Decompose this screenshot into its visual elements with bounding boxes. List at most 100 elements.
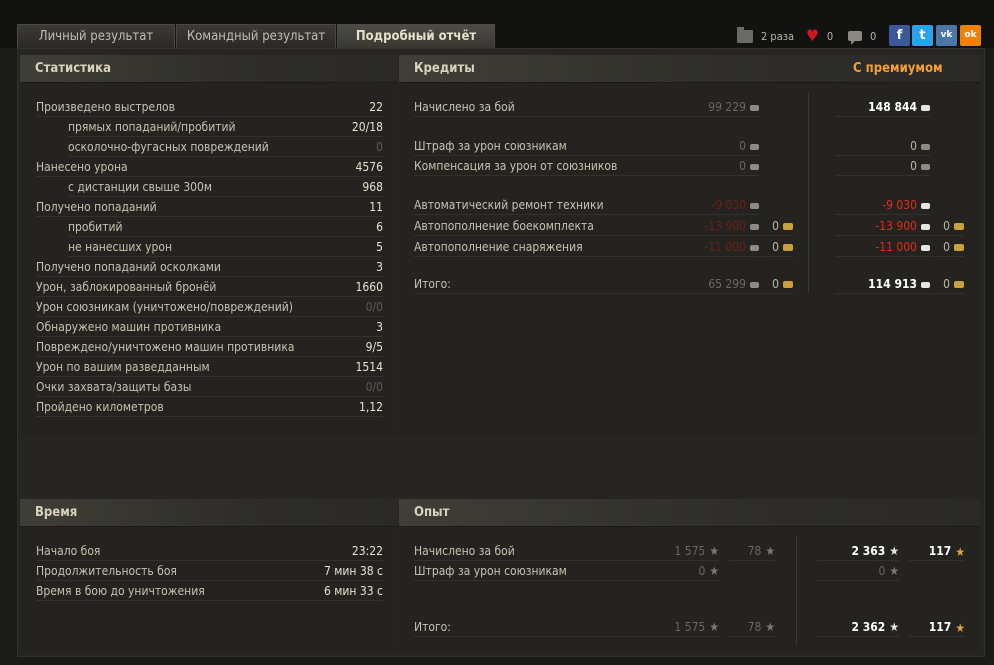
time-row: Время в бою до уничтожения 6 мин 33 с <box>36 581 383 601</box>
stat-label: Урон по вашим разведданным <box>36 360 210 374</box>
odnoklassniki-icon[interactable]: ok <box>960 25 981 46</box>
tab-personal-result[interactable]: Личный результат <box>17 24 175 48</box>
experience-panel: Опыт Начислено за бой 1 575 ★ 78 ★ 2 363 ★ 117 ★… <box>399 499 981 653</box>
credit-icon <box>750 202 759 209</box>
battle-report: Статистика Произведено выстрелов 22 прямых… <box>17 48 985 657</box>
comments-count: 0 <box>870 29 877 43</box>
stat-label: Повреждено/уничтожено машин противника <box>36 340 295 354</box>
star-icon: ★ <box>765 544 775 558</box>
stat-row: Очки захвата/защиты базы 0/0 <box>36 377 383 397</box>
tab-team-result[interactable]: Командный результат <box>176 24 336 48</box>
star-icon: ★ <box>765 620 775 634</box>
stat-label: Получено попаданий <box>36 200 157 214</box>
stat-row: не нанесших урон 5 <box>68 237 383 257</box>
gold-icon <box>954 244 964 251</box>
star-icon: ★ <box>889 564 899 578</box>
credits-premium-value: 148 844 <box>835 97 930 117</box>
stat-label: Очки захвата/защиты базы <box>36 380 192 394</box>
twitter-icon[interactable]: t <box>912 25 933 46</box>
time-panel: Время Начало боя 23:22 Продолжительность б… <box>20 499 398 653</box>
stat-label: Обнаружено машин противника <box>36 320 222 334</box>
likes-count: 0 <box>826 29 834 43</box>
comments-counter[interactable]: 0 <box>848 25 876 47</box>
stat-value: 5 <box>376 240 383 254</box>
stat-value: 11 <box>369 200 383 214</box>
stat-value: 3 <box>376 260 383 274</box>
time-row: Начало боя 23:22 <box>36 541 383 561</box>
credits-base-value: 0 <box>669 156 759 176</box>
credits-base-value: 0 <box>669 136 759 156</box>
star-icon: ★ <box>955 544 965 559</box>
experience-premium-free: 117 ★ <box>909 541 965 561</box>
statistics-panel: Статистика Произведено выстрелов 22 прямых… <box>20 55 398 435</box>
gold-icon <box>783 281 793 288</box>
credit-icon <box>750 163 759 170</box>
credit-icon <box>921 143 930 150</box>
credit-icon <box>921 163 930 170</box>
stat-row: Повреждено/уничтожено машин противника 9/… <box>36 337 383 357</box>
stat-row: прямых попаданий/пробитий 20/18 <box>68 117 383 137</box>
column-divider <box>796 537 797 645</box>
credits-base-gold: 0 <box>761 216 793 236</box>
stat-value: 1,12 <box>358 400 383 414</box>
stat-row: пробитий 6 <box>68 217 383 237</box>
stat-label: Нанесено урона <box>36 160 128 174</box>
credit-icon <box>750 244 759 251</box>
experience-base-free: 78 ★ <box>729 617 775 637</box>
replay-folder-icon <box>737 26 753 43</box>
time-label: Начало боя <box>36 544 101 558</box>
time-title: Время <box>20 499 398 527</box>
stat-label: Получено попаданий осколками <box>36 260 221 274</box>
stat-label: с дистанции свыше 300м <box>68 180 213 194</box>
time-label: Продолжительность боя <box>36 564 177 578</box>
statistics-title: Статистика <box>20 55 398 83</box>
tab-detailed-report[interactable]: Подробный отчёт <box>337 24 495 48</box>
credits-base-value: 99 229 <box>669 97 759 117</box>
stat-row: Обнаружено машин противника 3 <box>36 317 383 337</box>
credits-base-value: -11 000 <box>669 237 759 257</box>
experience-base-value: 1 575 ★ <box>639 617 719 637</box>
facebook-icon[interactable]: f <box>889 25 910 46</box>
time-row: Продолжительность боя 7 мин 38 с <box>36 561 383 581</box>
credits-premium-value: 114 913 <box>835 274 930 294</box>
stat-value: 1660 <box>355 280 383 294</box>
replays-counter[interactable]: 2 раза <box>737 25 794 47</box>
credits-premium-value: -9 030 <box>835 195 930 215</box>
credits-premium-gold: 0 <box>932 274 964 294</box>
credit-icon <box>921 104 930 111</box>
stat-value: 9/5 <box>365 340 383 354</box>
star-icon: ★ <box>709 620 719 634</box>
comment-icon <box>848 31 862 45</box>
experience-base-value: 1 575 ★ <box>639 541 719 561</box>
gold-icon <box>954 223 964 230</box>
column-divider <box>808 93 809 293</box>
stat-value: 0 <box>376 140 383 154</box>
vk-icon[interactable]: vk <box>936 25 957 46</box>
likes-counter[interactable]: ♥ 0 <box>806 25 833 47</box>
replays-count: 2 раза <box>761 29 795 43</box>
star-icon: ★ <box>709 564 719 578</box>
time-value: 7 мин 38 с <box>323 564 383 578</box>
credits-base-value: -9 030 <box>669 195 759 215</box>
time-label: Время в бою до уничтожения <box>36 584 205 598</box>
stat-value: 4576 <box>355 160 383 174</box>
stat-value: 0/0 <box>365 380 383 394</box>
credit-icon <box>750 223 759 230</box>
stat-row: Получено попаданий 11 <box>36 197 383 217</box>
credits-premium-value: 0 <box>835 136 930 156</box>
credit-icon <box>921 281 930 288</box>
star-icon: ★ <box>955 620 965 635</box>
gold-icon <box>783 244 793 251</box>
experience-base-free: 78 ★ <box>729 541 775 561</box>
stat-value: 20/18 <box>351 120 383 134</box>
credits-premium-value: -11 000 <box>835 237 930 257</box>
time-value: 6 мин 33 с <box>323 584 383 598</box>
heart-icon: ♥ <box>806 26 819 45</box>
credit-icon <box>921 223 930 230</box>
stat-row: Урон, заблокированный бронёй 1660 <box>36 277 383 297</box>
experience-premium-value: 2 362 ★ <box>817 617 899 637</box>
credits-base-gold: 0 <box>761 237 793 257</box>
credits-premium-gold: 0 <box>932 237 964 257</box>
star-icon: ★ <box>889 544 899 558</box>
stat-value: 0/0 <box>365 300 383 314</box>
